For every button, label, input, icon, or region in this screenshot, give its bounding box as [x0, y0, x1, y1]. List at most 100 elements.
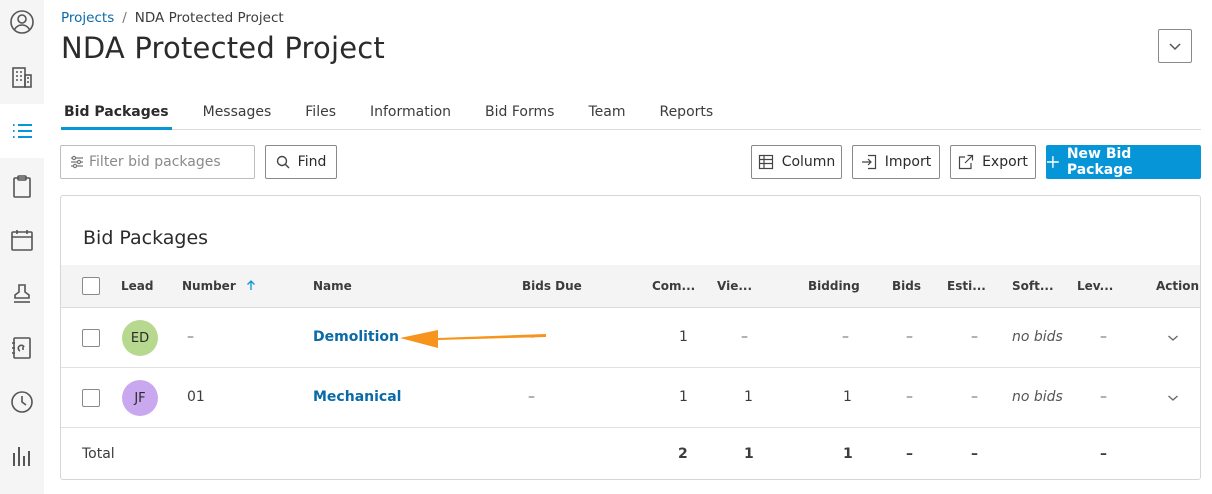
- new-bid-package-label: New Bid Package: [1066, 146, 1133, 178]
- clock-icon: [11, 391, 33, 413]
- tab-bid-packages[interactable]: Bid Packages: [61, 100, 172, 130]
- cell-estimate: –: [971, 389, 978, 405]
- find-label: Find: [297, 154, 327, 170]
- row-action-chevron-icon[interactable]: [1167, 334, 1179, 342]
- column-button[interactable]: Column: [751, 145, 842, 179]
- breadcrumb-projects-link[interactable]: Projects: [61, 10, 114, 26]
- table-row[interactable]: ED – Demolition – 1 – – – – no bids –: [61, 308, 1200, 368]
- col-number[interactable]: Number: [182, 279, 256, 293]
- row-action-chevron-icon[interactable]: [1167, 394, 1179, 402]
- table-columns-icon: [758, 154, 773, 170]
- cell-committed: 1: [679, 389, 688, 405]
- cell-leveling: –: [1100, 329, 1107, 345]
- tab-bar: Bid Packages Messages Files Information …: [61, 100, 1201, 130]
- row-checkbox[interactable]: [82, 389, 100, 407]
- import-icon: [861, 154, 876, 170]
- cell-number: –: [187, 329, 194, 345]
- col-action: Action: [1156, 279, 1200, 293]
- select-all-checkbox[interactable]: [82, 277, 100, 295]
- col-name[interactable]: Name: [313, 279, 352, 293]
- col-bids-due[interactable]: Bids Due: [522, 279, 582, 293]
- cell-software: no bids: [1012, 329, 1063, 345]
- cell-number: 01: [187, 389, 205, 405]
- table-total-row: Total 2 1 1 – – –: [61, 428, 1200, 479]
- cell-viewed: –: [741, 329, 748, 345]
- tab-files[interactable]: Files: [302, 100, 339, 129]
- avatar: ED: [122, 320, 158, 356]
- bid-package-link-mechanical[interactable]: Mechanical: [313, 389, 401, 405]
- col-estimate[interactable]: Esti...: [947, 279, 986, 293]
- nav-reports[interactable]: [0, 429, 44, 483]
- project-menu-dropdown[interactable]: [1158, 29, 1192, 63]
- find-button[interactable]: Find: [265, 145, 337, 179]
- import-label: Import: [884, 154, 932, 170]
- col-leveling[interactable]: Lev...: [1077, 279, 1113, 293]
- table-row[interactable]: JF 01 Mechanical – 1 1 1 – – no bids –: [61, 368, 1200, 428]
- col-bidding[interactable]: Bidding: [808, 279, 860, 293]
- tab-team[interactable]: Team: [585, 100, 628, 129]
- breadcrumb: Projects / NDA Protected Project: [61, 10, 284, 26]
- cell-viewed: 1: [744, 389, 753, 405]
- nav-bid-board[interactable]: [0, 104, 44, 158]
- bar-chart-icon: [13, 447, 30, 466]
- filter-placeholder: Filter bid packages: [89, 154, 221, 170]
- total-estimate: –: [971, 446, 978, 462]
- total-bids: –: [906, 446, 913, 462]
- nav-calendar[interactable]: [0, 213, 44, 267]
- cell-bidding: –: [842, 329, 849, 345]
- chevron-down-icon: [1169, 43, 1181, 51]
- col-committed[interactable]: Com...: [652, 279, 695, 293]
- col-software[interactable]: Soft...: [1012, 279, 1054, 293]
- page-title: NDA Protected Project: [61, 31, 385, 65]
- tab-messages[interactable]: Messages: [200, 100, 275, 129]
- nav-profile[interactable]: [0, 0, 44, 49]
- tab-reports[interactable]: Reports: [656, 100, 716, 129]
- contacts-book-icon: [12, 337, 31, 359]
- nav-contacts[interactable]: [0, 321, 44, 375]
- calendar-icon: [11, 230, 33, 251]
- column-label: Column: [781, 154, 836, 170]
- sort-ascending-icon: [246, 280, 255, 290]
- cell-software: no bids: [1012, 389, 1063, 405]
- list-icon: [13, 124, 32, 138]
- search-icon: [276, 155, 290, 169]
- row-checkbox[interactable]: [82, 329, 100, 347]
- new-bid-package-button[interactable]: New Bid Package: [1046, 145, 1201, 179]
- col-lead[interactable]: Lead: [121, 279, 153, 293]
- col-viewed[interactable]: Vie...: [717, 279, 752, 293]
- annotation-arrow-icon: [400, 330, 546, 348]
- export-button[interactable]: Export: [950, 145, 1036, 179]
- col-bids[interactable]: Bids: [892, 279, 921, 293]
- total-bidding: 1: [843, 446, 853, 462]
- stamp-icon: [14, 284, 30, 303]
- card-title: Bid Packages: [83, 227, 209, 249]
- clipboard-icon: [13, 175, 31, 198]
- sliders-icon: [71, 155, 83, 169]
- nav-companies[interactable]: [0, 50, 44, 104]
- nav-history[interactable]: [0, 375, 44, 429]
- nav-tasks[interactable]: [0, 159, 44, 213]
- bid-package-link-demolition[interactable]: Demolition: [313, 329, 399, 345]
- bid-packages-card: Bid Packages Lead Number Name Bids Due C…: [60, 195, 1201, 480]
- cell-leveling: –: [1100, 389, 1107, 405]
- avatar: JF: [122, 380, 158, 416]
- plus-icon: [1047, 156, 1059, 168]
- tab-information[interactable]: Information: [367, 100, 454, 129]
- export-icon: [958, 154, 974, 170]
- filter-input[interactable]: Filter bid packages: [60, 145, 255, 179]
- cell-bids-due: –: [528, 389, 535, 405]
- total-viewed: 1: [744, 446, 754, 462]
- total-committed: 2: [678, 446, 688, 462]
- breadcrumb-current: NDA Protected Project: [134, 10, 284, 26]
- cell-committed: 1: [679, 329, 688, 345]
- total-leveling: –: [1100, 446, 1107, 462]
- cell-bids: –: [906, 389, 913, 405]
- col-number-label: Number: [182, 279, 236, 293]
- total-label: Total: [82, 446, 115, 462]
- nav-approvals[interactable]: [0, 267, 44, 321]
- import-button[interactable]: Import: [852, 145, 940, 179]
- tab-bid-forms[interactable]: Bid Forms: [482, 100, 557, 129]
- cell-bids: –: [906, 329, 913, 345]
- building-icon: [12, 67, 32, 88]
- left-nav-rail: [0, 0, 44, 494]
